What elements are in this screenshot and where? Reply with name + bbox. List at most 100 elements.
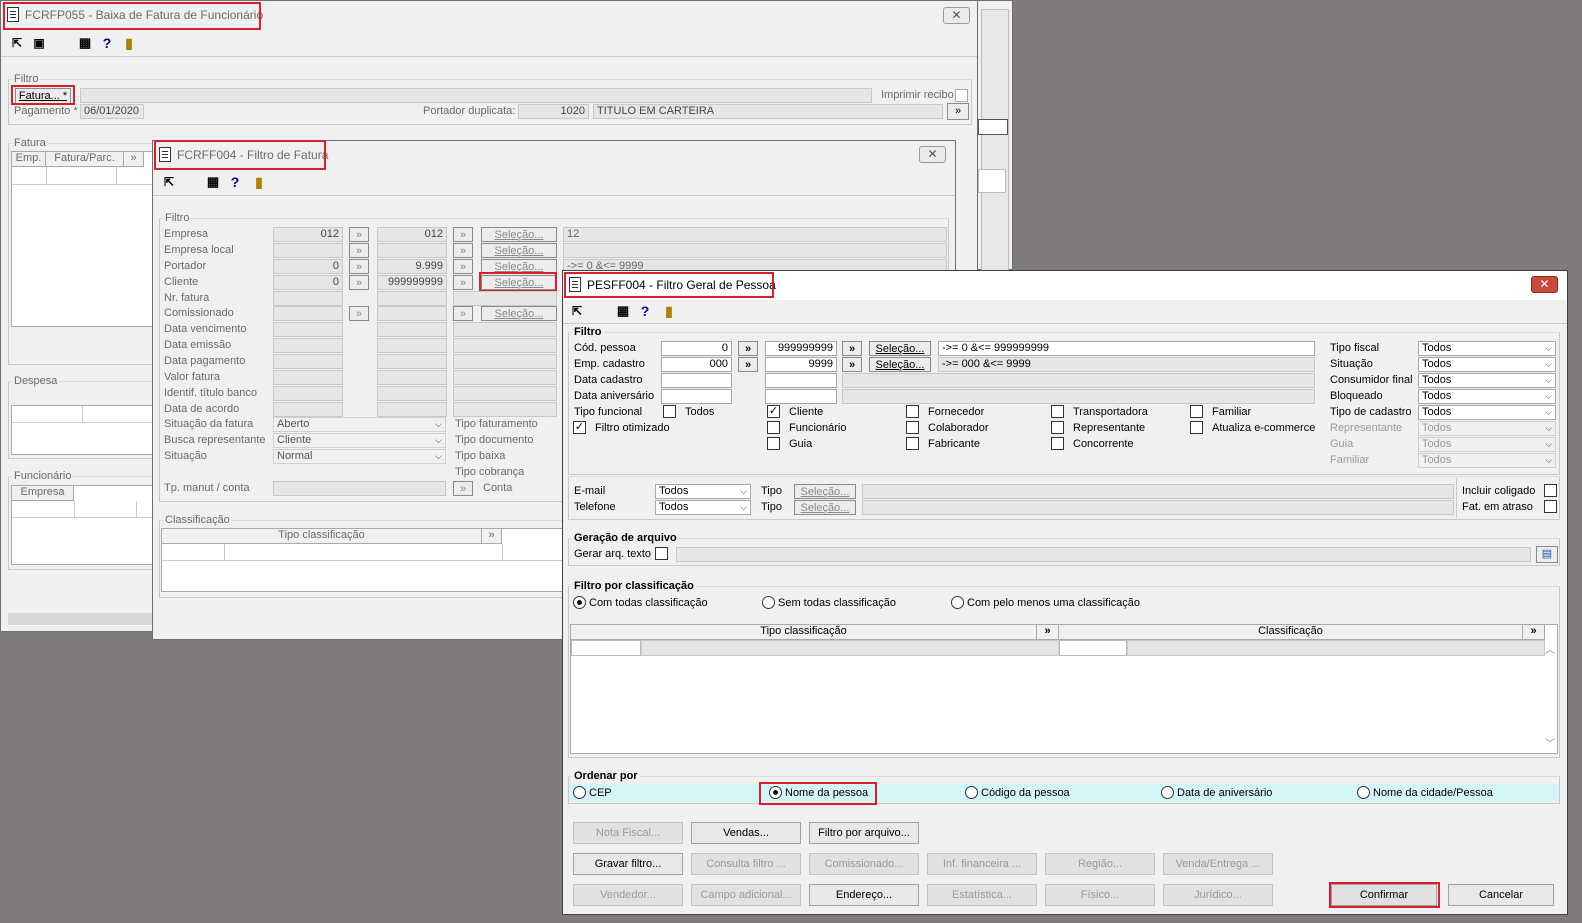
comissionado-button[interactable]: Comissionado...: [809, 853, 919, 875]
table-icon[interactable]: ▦: [203, 172, 223, 192]
data-aniversario-radio[interactable]: [1161, 786, 1174, 799]
empresa-expand-button[interactable]: »: [453, 227, 473, 242]
scroll-down-icon[interactable]: ﹀: [1545, 735, 1555, 750]
despesa-grid[interactable]: [11, 405, 156, 455]
venda-entrega-button[interactable]: Venda/Entrega ...: [1163, 853, 1273, 875]
funcionario-checkbox[interactable]: [767, 421, 780, 434]
data-acordo-to-input[interactable]: [377, 402, 447, 417]
data-vencimento-to-input[interactable]: [377, 322, 447, 337]
identif-titulo-from-input[interactable]: [273, 386, 343, 401]
nr-fatura-to-input[interactable]: [377, 291, 447, 306]
juridico-button[interactable]: Jurídico...: [1163, 884, 1273, 906]
situacao-select[interactable]: Todos ⌵: [1418, 357, 1556, 372]
funcionario-grid[interactable]: Empresa: [11, 485, 156, 565]
nota-fiscal-button[interactable]: Nota Fiscal...: [573, 822, 683, 844]
filtro-arquivo-button[interactable]: Filtro por arquivo...: [809, 822, 919, 844]
data-acordo-from-input[interactable]: [273, 402, 343, 417]
gerar-arq-path-input[interactable]: [676, 547, 1531, 562]
representante-checkbox[interactable]: [1051, 421, 1064, 434]
door-exit-icon[interactable]: ▮: [659, 301, 679, 321]
email-select[interactable]: Todos ⌵: [655, 484, 751, 499]
gravar-filtro-button[interactable]: Gravar filtro...: [573, 853, 683, 875]
cod-pessoa-selecao-button[interactable]: Seleção...: [869, 341, 931, 356]
cliente-from-input[interactable]: 0: [273, 275, 343, 290]
consumidor-final-select[interactable]: Todos ⌵: [1418, 373, 1556, 388]
cliente-range-button[interactable]: »: [349, 275, 369, 290]
situacao-fatura-select[interactable]: Aberto ⌵: [273, 417, 446, 432]
imprimir-recibo-checkbox[interactable]: [955, 89, 968, 102]
portador-lookup-button[interactable]: »: [947, 103, 969, 120]
cliente-expand-button[interactable]: »: [453, 275, 473, 290]
campo-adicional-button[interactable]: Campo adicional...: [691, 884, 801, 906]
portador-expand-button[interactable]: »: [453, 259, 473, 274]
representante-select[interactable]: Todos ⌵: [1418, 421, 1556, 436]
comissionado-to-input[interactable]: [377, 306, 447, 321]
nr-fatura-from-input[interactable]: [273, 291, 343, 306]
tp-manut-lookup-button[interactable]: »: [453, 481, 473, 496]
comissionado-from-input[interactable]: [273, 306, 343, 321]
empresa-to-input[interactable]: 012: [377, 227, 447, 242]
tp-manut-input[interactable]: [273, 481, 446, 496]
empresa-range-button[interactable]: »: [349, 227, 369, 242]
fat-atraso-checkbox[interactable]: [1544, 500, 1557, 513]
exit-icon[interactable]: ⇱: [567, 301, 587, 321]
codigo-pessoa-radio[interactable]: [965, 786, 978, 799]
guia-checkbox[interactable]: [767, 437, 780, 450]
table-icon[interactable]: ▦: [613, 301, 633, 321]
fatura-grid[interactable]: Emp. Fatura/Parc. »: [11, 151, 156, 327]
concorrente-checkbox[interactable]: [1051, 437, 1064, 450]
classificacao-grid[interactable]: Tipo classificação »: [161, 528, 571, 592]
tipo-cadastro-select[interactable]: Todos ⌵: [1418, 405, 1556, 420]
empresa-local-range-button[interactable]: »: [349, 243, 369, 258]
cod-pessoa-expand-button[interactable]: »: [842, 341, 862, 356]
inf-financeira-button[interactable]: Inf. financeira ...: [927, 853, 1037, 875]
colaborador-checkbox[interactable]: [906, 421, 919, 434]
fisico-button[interactable]: Físico...: [1045, 884, 1155, 906]
close-button[interactable]: ✕: [943, 7, 970, 24]
empresa-local-from-input[interactable]: [273, 243, 343, 258]
cep-radio[interactable]: [573, 786, 586, 799]
transportadora-checkbox[interactable]: [1051, 405, 1064, 418]
empresa-local-expand-button[interactable]: »: [453, 243, 473, 258]
portador-to-input[interactable]: 9.999: [377, 259, 447, 274]
exit-icon[interactable]: ⇱: [7, 33, 27, 53]
vendedor-button[interactable]: Vendedor...: [573, 884, 683, 906]
situacao-select[interactable]: Normal ⌵: [273, 449, 446, 464]
data-emissao-to-input[interactable]: [377, 338, 447, 353]
portador-range-button[interactable]: »: [349, 259, 369, 274]
incluir-coligado-checkbox[interactable]: [1544, 484, 1557, 497]
data-pagamento-from-input[interactable]: [273, 354, 343, 369]
data-aniversario-to-input[interactable]: [765, 389, 837, 404]
sem-todas-radio[interactable]: [762, 596, 775, 609]
data-cadastro-from-input[interactable]: [661, 373, 732, 388]
valor-fatura-from-input[interactable]: [273, 370, 343, 385]
valor-fatura-to-input[interactable]: [377, 370, 447, 385]
guia-select[interactable]: Todos ⌵: [1418, 437, 1556, 452]
help-icon[interactable]: ?: [97, 33, 117, 53]
busca-representante-select[interactable]: Cliente ⌵: [273, 433, 446, 448]
portador-code-input[interactable]: 1020: [518, 104, 589, 119]
cod-pessoa-from-input[interactable]: 0: [661, 341, 732, 356]
data-pagamento-to-input[interactable]: [377, 354, 447, 369]
comissionado-range-button[interactable]: »: [349, 306, 369, 321]
cliente-to-input[interactable]: 999999999: [377, 275, 447, 290]
data-cadastro-to-input[interactable]: [765, 373, 837, 388]
grid-header-lookup[interactable]: »: [482, 529, 502, 544]
scroll-up-icon[interactable]: ︿: [1545, 641, 1555, 656]
atualiza-ecommerce-checkbox[interactable]: [1190, 421, 1203, 434]
fornecedor-checkbox[interactable]: [906, 405, 919, 418]
help-icon[interactable]: ?: [225, 172, 245, 192]
nome-cidade-radio[interactable]: [1357, 786, 1370, 799]
table-icon[interactable]: ▦: [75, 33, 95, 53]
grid-header-lookup[interactable]: »: [124, 152, 144, 167]
emp-cadastro-selecao-button[interactable]: Seleção...: [869, 357, 931, 372]
filtro-otimizado-checkbox[interactable]: ✓: [573, 421, 586, 434]
door-exit-icon[interactable]: ▮: [119, 33, 139, 53]
estatistica-button[interactable]: Estatística...: [927, 884, 1037, 906]
cod-pessoa-to-input[interactable]: 999999999: [765, 341, 837, 356]
bloqueado-select[interactable]: Todos ⌵: [1418, 389, 1556, 404]
grid-header-tipo-lookup[interactable]: »: [1037, 625, 1059, 640]
empresa-selecao-button[interactable]: Seleção...: [481, 227, 557, 242]
help-icon[interactable]: ?: [635, 301, 655, 321]
process-icon[interactable]: ▣: [29, 33, 49, 53]
